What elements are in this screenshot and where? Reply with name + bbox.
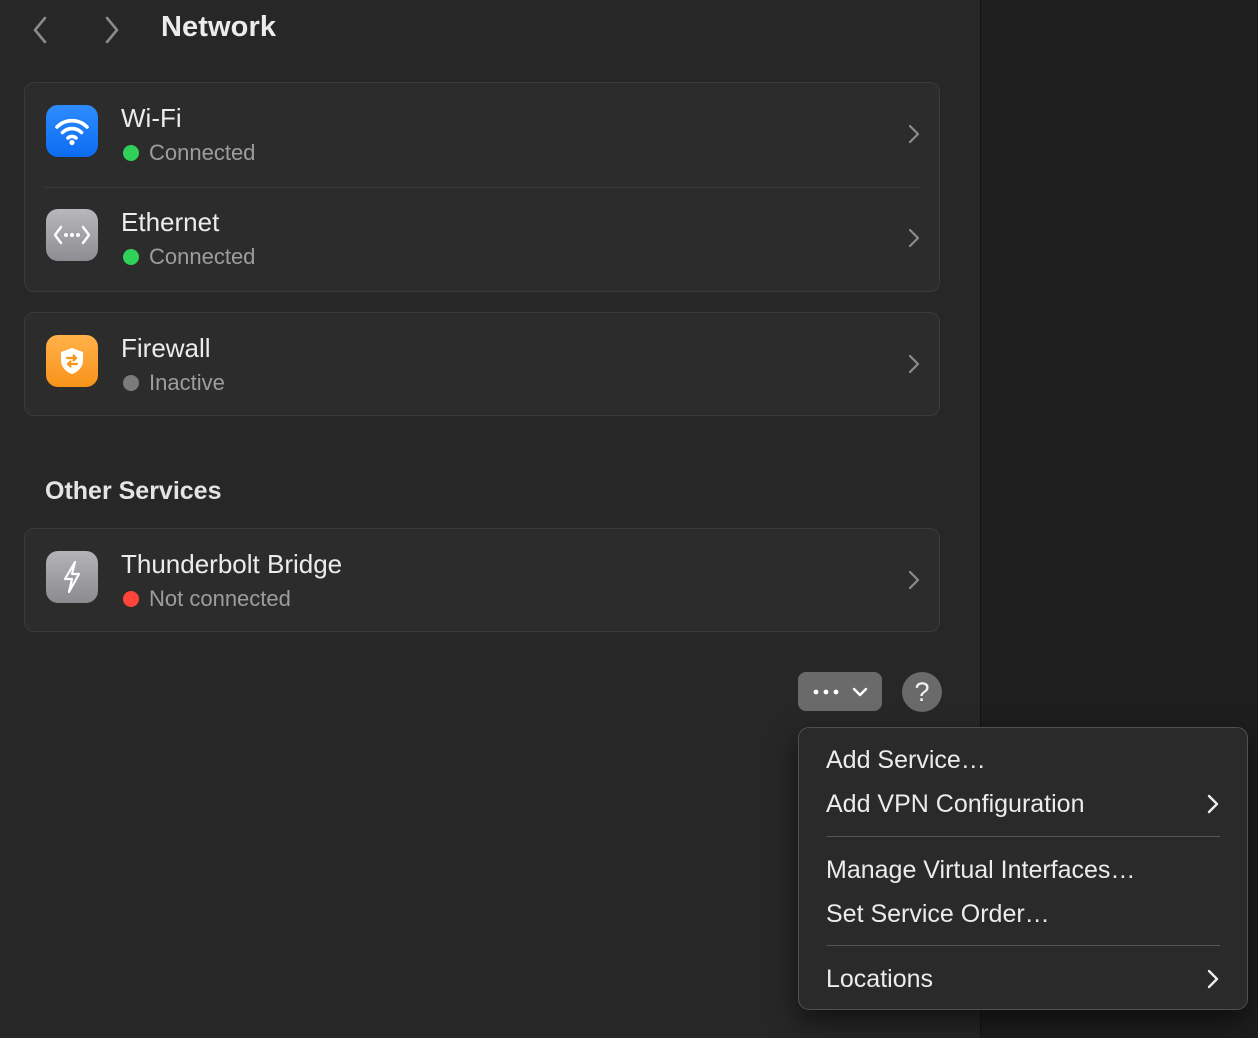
services-group: Wi-Fi Connected Ethernet Connected xyxy=(24,82,940,292)
menu-item-label: Add Service… xyxy=(826,745,986,774)
status-dot-green xyxy=(123,145,139,161)
service-name: Wi-Fi xyxy=(121,103,182,133)
forward-button[interactable] xyxy=(94,10,130,50)
status-dot-red xyxy=(123,591,139,607)
status-dot-green xyxy=(123,249,139,265)
service-status: Not connected xyxy=(121,586,291,612)
firewall-shield-icon xyxy=(46,335,98,387)
menu-item-manage-virtual-interfaces[interactable]: Manage Virtual Interfaces… xyxy=(826,850,1223,890)
menu-separator xyxy=(826,836,1220,837)
service-name: Ethernet xyxy=(121,207,220,237)
service-status: Connected xyxy=(121,244,255,270)
chevron-right-icon xyxy=(105,16,119,44)
menu-item-label: Locations xyxy=(826,964,934,993)
service-status-label: Not connected xyxy=(149,586,291,611)
menu-item-label: Manage Virtual Interfaces… xyxy=(826,855,1136,884)
service-row-thunderbolt[interactable]: Thunderbolt Bridge Not connected xyxy=(25,529,939,633)
chevron-right-icon xyxy=(1207,969,1219,989)
service-row-ethernet[interactable]: Ethernet Connected xyxy=(25,187,939,291)
more-actions-button[interactable] xyxy=(798,672,882,711)
menu-separator xyxy=(826,945,1220,946)
more-actions-menu: Add Service… Add VPN Configuration Manag… xyxy=(798,727,1248,1010)
back-button[interactable] xyxy=(22,10,58,50)
menu-item-set-service-order[interactable]: Set Service Order… xyxy=(826,894,1223,934)
chevron-left-icon xyxy=(33,16,47,44)
chevron-right-icon xyxy=(908,354,920,374)
wifi-icon xyxy=(46,105,98,157)
ellipsis-icon xyxy=(813,689,839,694)
thunderbolt-icon xyxy=(46,551,98,603)
service-status-label: Connected xyxy=(149,244,256,269)
other-services-group: Thunderbolt Bridge Not connected xyxy=(24,528,940,632)
menu-item-locations[interactable]: Locations xyxy=(826,959,1223,999)
chevron-right-icon xyxy=(908,124,920,144)
service-row-wifi[interactable]: Wi-Fi Connected xyxy=(25,83,939,187)
firewall-status: Inactive xyxy=(121,370,225,396)
chevron-down-icon xyxy=(852,687,868,696)
firewall-group: Firewall Inactive xyxy=(24,312,940,416)
chevron-right-icon xyxy=(908,228,920,248)
menu-item-add-service[interactable]: Add Service… xyxy=(826,740,1223,780)
service-status: Connected xyxy=(121,140,255,166)
chevron-right-icon xyxy=(908,570,920,590)
chevron-right-icon xyxy=(1207,794,1219,814)
toolbar: Network xyxy=(0,0,980,60)
firewall-row[interactable]: Firewall Inactive xyxy=(25,313,939,417)
page-title: Network xyxy=(161,11,277,43)
service-status-label: Connected xyxy=(149,140,256,165)
service-name: Thunderbolt Bridge xyxy=(121,549,343,579)
status-dot-gray xyxy=(123,375,139,391)
help-button[interactable]: ? xyxy=(902,672,942,712)
menu-item-add-vpn-configuration[interactable]: Add VPN Configuration xyxy=(826,784,1223,824)
ethernet-icon xyxy=(46,209,98,261)
firewall-status-label: Inactive xyxy=(149,370,225,395)
section-title-other-services: Other Services xyxy=(45,477,222,505)
menu-item-label: Set Service Order… xyxy=(826,899,1050,928)
firewall-name: Firewall xyxy=(121,333,211,363)
menu-item-label: Add VPN Configuration xyxy=(826,789,1085,818)
